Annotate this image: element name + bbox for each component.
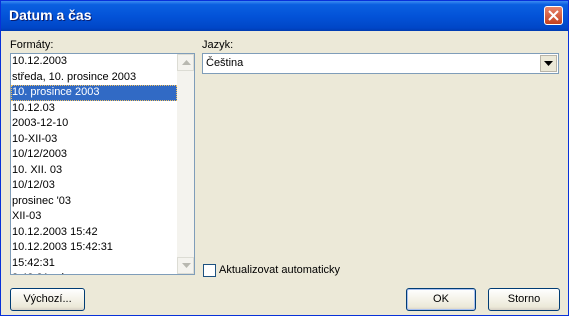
- format-item[interactable]: 10.12.2003: [11, 54, 177, 70]
- language-dropdown-button[interactable]: [540, 55, 557, 72]
- formats-label: Formáty:: [10, 39, 54, 51]
- format-item[interactable]: 15:42:31: [11, 256, 177, 272]
- format-item[interactable]: 10/12/2003: [11, 147, 177, 163]
- scroll-down-button[interactable]: [177, 257, 194, 274]
- scroll-down-icon: [182, 263, 191, 268]
- ok-button[interactable]: OK: [406, 288, 476, 311]
- title-bar[interactable]: Datum a čas: [1, 1, 568, 31]
- format-item[interactable]: 3:42:31 odp.: [11, 271, 177, 274]
- chevron-down-icon: [544, 61, 553, 66]
- format-item[interactable]: 10.12.2003 15:42:31: [11, 240, 177, 256]
- format-item[interactable]: 10. prosince 2003: [11, 85, 177, 101]
- formats-list: 10.12.2003 středa, 10. prosince 2003 10. p…: [11, 54, 177, 274]
- window-title: Datum a čas: [9, 7, 92, 23]
- language-label: Jazyk:: [202, 39, 234, 51]
- language-select[interactable]: Čeština: [202, 53, 559, 74]
- language-value: Čeština: [206, 57, 244, 69]
- default-button[interactable]: Výchozí...: [10, 288, 85, 311]
- close-button[interactable]: [544, 6, 563, 25]
- format-item[interactable]: 10. XII. 03: [11, 163, 177, 179]
- format-item[interactable]: XII-03: [11, 209, 177, 225]
- format-item[interactable]: 10.12.2003 15:42: [11, 225, 177, 241]
- format-item[interactable]: středa, 10. prosince 2003: [11, 70, 177, 86]
- scroll-up-button[interactable]: [177, 54, 194, 71]
- format-item[interactable]: prosinec '03: [11, 194, 177, 210]
- format-item[interactable]: 2003-12-10: [11, 116, 177, 132]
- close-icon: [548, 10, 559, 21]
- date-time-dialog: Datum a čas Formáty: 10.12.2003 středa, 1…: [0, 0, 569, 316]
- formats-listbox[interactable]: 10.12.2003 středa, 10. prosince 2003 10. p…: [10, 53, 195, 275]
- cancel-button[interactable]: Storno: [488, 288, 560, 311]
- format-item[interactable]: 10.12.03: [11, 101, 177, 117]
- auto-update-checkbox[interactable]: [203, 264, 216, 277]
- format-item[interactable]: 10/12/03: [11, 178, 177, 194]
- format-item[interactable]: 10-XII-03: [11, 132, 177, 148]
- auto-update-label[interactable]: Aktualizovat automaticky: [219, 264, 340, 276]
- scroll-up-icon: [182, 60, 191, 65]
- formats-scrollbar[interactable]: [177, 54, 194, 274]
